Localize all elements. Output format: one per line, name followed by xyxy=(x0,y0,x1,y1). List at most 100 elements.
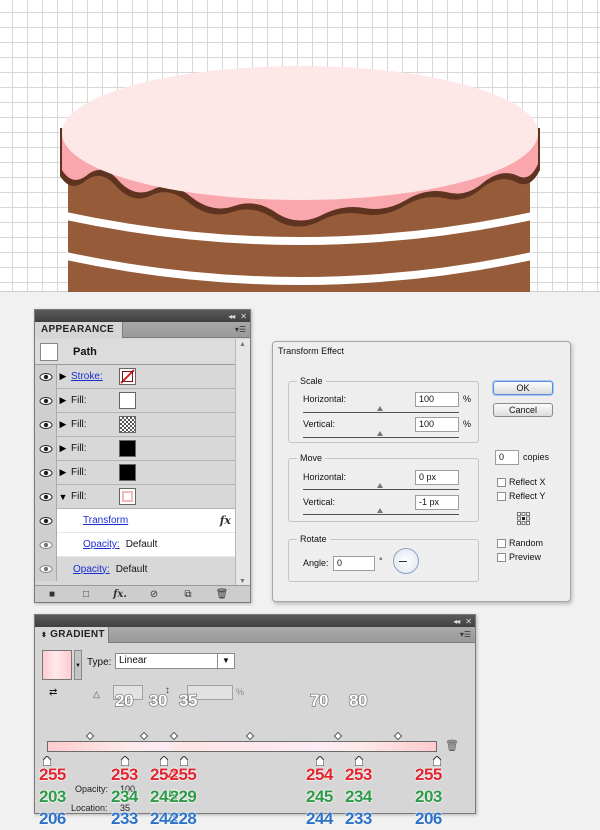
clear-appearance-icon[interactable]: ⊘ xyxy=(137,589,171,600)
midpoint-diamond[interactable] xyxy=(169,731,179,741)
scale-vertical-input[interactable]: 100 xyxy=(415,417,459,432)
tab-appearance[interactable]: APPEARANCE xyxy=(35,322,124,338)
visibility-eye-icon[interactable] xyxy=(35,436,57,461)
visibility-eye-icon[interactable] xyxy=(35,484,57,509)
appearance-row-fill[interactable]: ▶ Fill: xyxy=(35,436,235,461)
stop-blue-value: 206 xyxy=(39,809,67,829)
fill-swatch-black[interactable] xyxy=(119,440,136,457)
collapse-icon[interactable]: ◂◂ xyxy=(453,617,460,626)
reflect-x-checkbox[interactable]: Reflect X xyxy=(497,477,546,487)
midpoint-diamond[interactable] xyxy=(333,731,343,741)
expand-triangle-icon[interactable]: ▶ xyxy=(57,371,69,382)
panel-topbar: ◂◂ ✕ xyxy=(35,310,250,322)
visibility-eye-icon[interactable] xyxy=(35,412,57,437)
transform-effect-link[interactable]: Transform xyxy=(83,515,128,526)
close-panel-icon[interactable]: ✕ xyxy=(465,617,472,626)
duplicate-item-icon[interactable]: ⧉ xyxy=(171,589,205,600)
visibility-eye-icon[interactable] xyxy=(35,532,57,557)
close-panel-icon[interactable]: ✕ xyxy=(240,312,247,321)
tab-gradient[interactable]: ⬍ GRADIENT xyxy=(35,627,109,643)
fill-swatch-pattern[interactable] xyxy=(119,416,136,433)
fill-swatch-black[interactable] xyxy=(119,464,136,481)
ok-button[interactable]: OK xyxy=(493,381,553,395)
stop-red-value: 254 xyxy=(306,765,334,785)
expand-triangle-icon[interactable]: ▶ xyxy=(57,443,69,454)
fill-swatch-gradient[interactable] xyxy=(119,488,136,505)
move-horizontal-slider[interactable] xyxy=(303,489,459,490)
fill-opacity-link[interactable]: Opacity: xyxy=(83,539,120,550)
appearance-row-transform[interactable]: Transform fx xyxy=(35,508,235,533)
visibility-eye-icon[interactable] xyxy=(35,508,57,533)
appearance-row-fill[interactable]: ▶ Fill: xyxy=(35,460,235,485)
move-vertical-slider[interactable] xyxy=(303,514,459,515)
appearance-row-opacity[interactable]: Opacity: Default xyxy=(35,557,235,581)
visibility-eye-icon[interactable] xyxy=(35,388,57,413)
gradient-preview-swatch[interactable] xyxy=(42,650,72,680)
random-checkbox[interactable]: Random xyxy=(497,538,543,548)
midpoint-diamond[interactable] xyxy=(393,731,403,741)
slider-knob[interactable] xyxy=(377,406,383,411)
appearance-row-fill-opacity[interactable]: Opacity: Default xyxy=(35,532,235,557)
angle-unit: ° xyxy=(379,556,383,566)
collapse-icon[interactable]: ◂◂ xyxy=(228,312,235,321)
fill-swatch-white[interactable] xyxy=(119,392,136,409)
scroll-up-icon[interactable]: ▲ xyxy=(239,341,246,348)
tab-arrows-icon: ⬍ xyxy=(41,632,48,639)
stop-green-value: 234 xyxy=(111,787,139,807)
slider-knob[interactable] xyxy=(377,508,383,513)
scale-horizontal-slider[interactable] xyxy=(303,412,459,413)
appearance-scrollbar[interactable]: ▲ ▼ xyxy=(235,339,250,587)
swatch-dropdown-icon[interactable]: ▼ xyxy=(74,650,82,680)
scale-horizontal-input[interactable]: 100 xyxy=(415,392,459,407)
midpoint-diamond[interactable] xyxy=(245,731,255,741)
angle-icon: △ xyxy=(93,689,100,699)
midpoint-diamond[interactable] xyxy=(139,731,149,741)
trash-icon[interactable]: 🗑 xyxy=(205,589,239,600)
stop-green-value: 234 xyxy=(345,787,373,807)
expand-triangle-icon[interactable]: ▶ xyxy=(57,419,69,430)
stop-green-value: 245 xyxy=(306,787,334,807)
angle-dial[interactable] xyxy=(393,548,419,574)
scale-group: Scale Horizontal: 100 % Vertical: 100 % xyxy=(288,376,479,443)
slider-knob[interactable] xyxy=(377,483,383,488)
cancel-button[interactable]: Cancel xyxy=(493,403,553,417)
expand-triangle-icon[interactable]: ▶ xyxy=(57,395,69,406)
visibility-eye-icon[interactable] xyxy=(35,364,57,389)
stop-red-value: 253 xyxy=(345,765,373,785)
collapse-triangle-icon[interactable]: ▼ xyxy=(57,492,69,502)
scale-horizontal-label: Horizontal: xyxy=(303,394,347,404)
expand-triangle-icon[interactable]: ▶ xyxy=(57,467,69,478)
reflect-y-checkbox[interactable]: Reflect Y xyxy=(497,491,545,501)
angle-input[interactable]: 0 xyxy=(333,556,375,571)
panel-menu-icon[interactable]: ▾☰ xyxy=(460,630,471,639)
fx-menu-icon[interactable]: fx. xyxy=(103,589,137,600)
new-fill-icon[interactable]: □ xyxy=(69,589,103,600)
scroll-down-icon[interactable]: ▼ xyxy=(239,578,246,585)
appearance-row-stroke[interactable]: ▶ Stroke: xyxy=(35,364,235,389)
appearance-row-fill[interactable]: ▶ Fill: xyxy=(35,412,235,437)
move-horizontal-input[interactable]: 0 px xyxy=(415,470,459,485)
transform-effect-dialog: Transform Effect Scale Horizontal: 100 %… xyxy=(272,341,571,602)
visibility-eye-icon[interactable] xyxy=(35,460,57,485)
copies-input[interactable]: 0 xyxy=(495,450,519,465)
gradient-slider-bar[interactable] xyxy=(47,741,437,752)
panel-menu-icon[interactable]: ▾☰ xyxy=(235,325,246,334)
reference-point-icon[interactable] xyxy=(517,512,530,525)
slider-knob[interactable] xyxy=(377,431,383,436)
visibility-eye-icon[interactable] xyxy=(35,557,57,581)
move-vertical-input[interactable]: -1 px xyxy=(415,495,459,510)
preview-checkbox[interactable]: Preview xyxy=(497,552,541,562)
chevron-down-icon[interactable]: ▼ xyxy=(217,653,235,669)
midpoint-diamond[interactable] xyxy=(85,731,95,741)
delete-stop-icon[interactable]: 🗑 xyxy=(445,739,459,752)
reverse-gradient-icon[interactable]: ⇄ xyxy=(49,687,57,698)
appearance-path-row[interactable]: Path xyxy=(35,339,235,365)
appearance-row-fill-expanded[interactable]: ▼ Fill: xyxy=(35,484,235,509)
opacity-link[interactable]: Opacity: xyxy=(73,564,110,575)
stroke-swatch-none[interactable] xyxy=(119,368,136,385)
stroke-link[interactable]: Stroke: xyxy=(71,371,103,382)
square-icon[interactable]: ■ xyxy=(35,589,69,600)
artboard-canvas[interactable] xyxy=(0,0,600,292)
scale-vertical-slider[interactable] xyxy=(303,437,459,438)
appearance-row-fill[interactable]: ▶ Fill: xyxy=(35,388,235,413)
